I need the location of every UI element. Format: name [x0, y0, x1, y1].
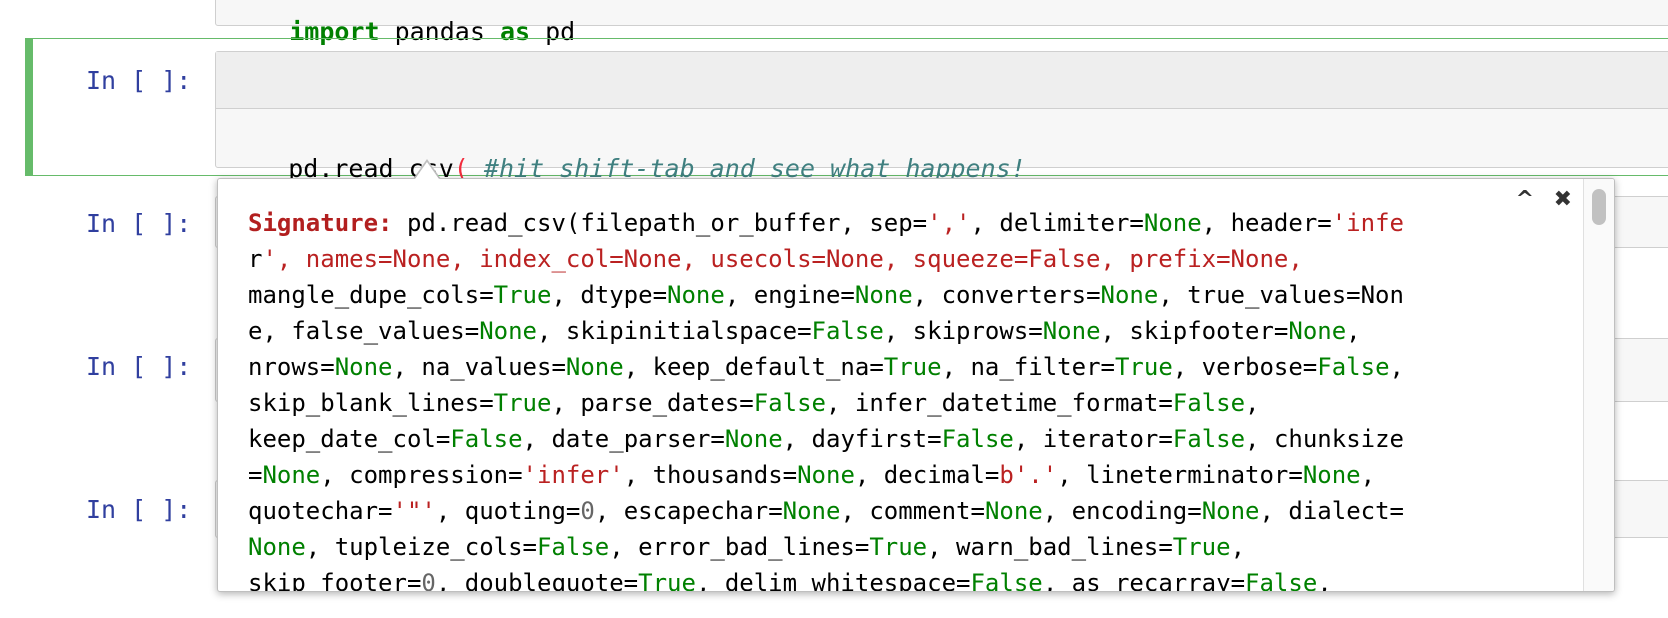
cell-prompt-2: In [ ]:: [86, 209, 192, 238]
signature-line: skip_footer=0, doublequote=True, delim_w…: [248, 569, 1332, 592]
signature-label: Signature:: [248, 209, 393, 237]
tooltip-arrow-fill: [415, 162, 439, 179]
tooltip-scrollbar[interactable]: [1583, 179, 1614, 591]
signature-line: mangle_dupe_cols=True, dtype=None, engin…: [248, 281, 1404, 309]
signature-line: None, tupleize_cols=False, error_bad_lin…: [248, 533, 1246, 561]
signature-line: e, false_values=None, skipinitialspace=F…: [248, 317, 1361, 345]
import-cell-input[interactable]: import pandas as pd: [215, 0, 1668, 46]
signature-tooltip: Signature: pd.read_csv(filepath_or_buffe…: [217, 178, 1615, 592]
signature-line: skip_blank_lines=True, parse_dates=False…: [248, 389, 1260, 417]
signature-line: quotechar='"', quoting=0, escapechar=Non…: [248, 497, 1404, 525]
signature-line: nrows=None, na_values=None, keep_default…: [248, 353, 1404, 381]
active-cell-prompt: In [ ]:: [86, 66, 192, 95]
expand-icon[interactable]: ^: [1516, 187, 1534, 212]
cell-prompt-3: In [ ]:: [86, 352, 192, 381]
signature-line: =None, compression='infer', thousands=No…: [248, 461, 1376, 489]
scrollbar-thumb[interactable]: [1592, 189, 1606, 225]
signature-text: Signature: pd.read_csv(filepath_or_buffe…: [248, 205, 1518, 592]
cell-prompt-4: In [ ]:: [86, 495, 192, 524]
active-cell-empty-line: [216, 52, 1668, 109]
signature-line: r', names=None, index_col=None, usecols=…: [248, 245, 1303, 273]
close-icon[interactable]: ✖: [1554, 187, 1572, 212]
active-cell-input[interactable]: pd.read_csv( #hit shift-tab and see what…: [215, 51, 1668, 183]
signature-line: Signature: pd.read_csv(filepath_or_buffe…: [248, 209, 1404, 237]
signature-line: keep_date_col=False, date_parser=None, d…: [248, 425, 1404, 453]
